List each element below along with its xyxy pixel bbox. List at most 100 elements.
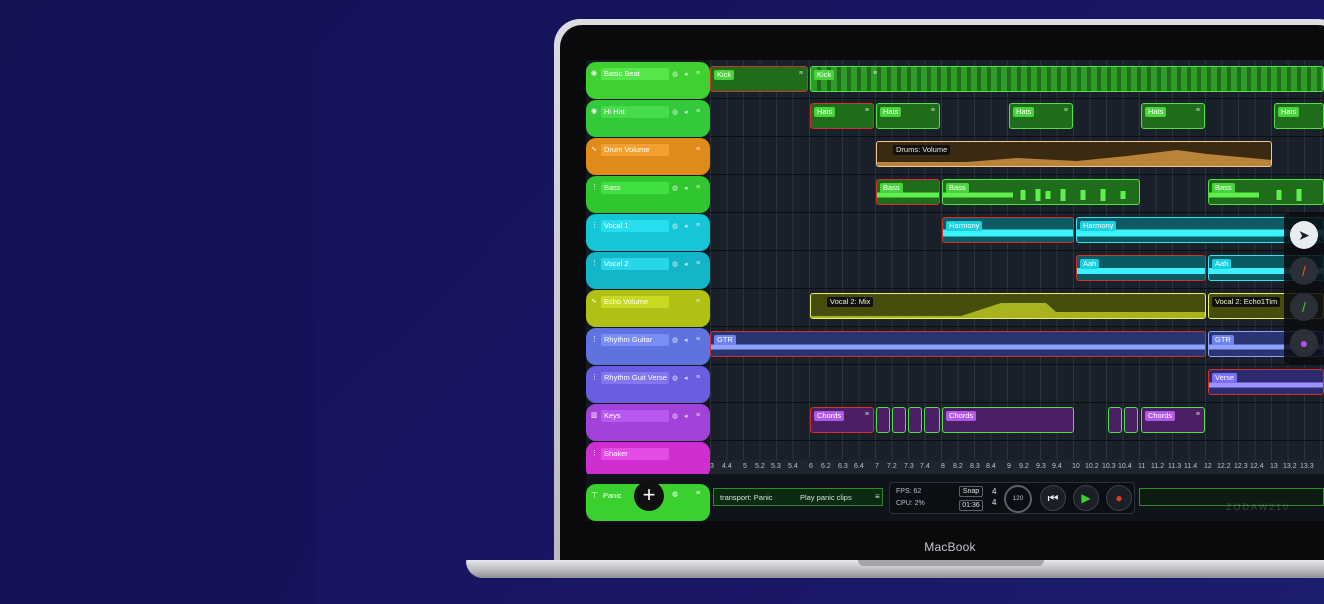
track-name[interactable]: Vocal 1 xyxy=(601,220,669,232)
solo-icon[interactable]: ◂ xyxy=(684,336,688,344)
track-menu-icon[interactable]: ≡ xyxy=(696,260,700,267)
strip-menu-icon[interactable]: ≡ xyxy=(875,492,880,501)
clip-chords-short[interactable] xyxy=(1124,407,1138,433)
solo-icon[interactable]: ◂ xyxy=(684,70,688,78)
clip-gtr[interactable]: GTR xyxy=(710,331,1206,357)
clip-menu-icon[interactable]: ≡ xyxy=(1196,411,1200,418)
track-name[interactable]: Vocal 2 xyxy=(601,258,669,270)
panic-trigger-strip[interactable]: transport: Panic Play panic clips xyxy=(713,488,883,506)
clip-hats[interactable]: Hats ≡ xyxy=(1141,103,1205,129)
track-header-basic-beat[interactable]: ◉ Basic Beat ◍ ◂ ≡ xyxy=(586,62,710,99)
track-header-rhythm-guitar[interactable]: ⋮ Rhythm Guitar ◍ ◂ ≡ xyxy=(586,328,710,365)
clip-vocal2-mix[interactable]: Vocal 2: Mix xyxy=(810,293,1206,319)
solo-icon[interactable]: ◂ xyxy=(684,260,688,268)
mute-icon[interactable]: ◍ xyxy=(672,374,678,382)
clip-chords-short[interactable] xyxy=(1108,407,1122,433)
tempo-knob[interactable]: 120 xyxy=(1004,485,1032,513)
clip-hats[interactable]: Hats xyxy=(1274,103,1324,129)
clip-bass[interactable]: Bass xyxy=(942,179,1140,205)
track-header-bass[interactable]: ⋮ Bass ◍ ◂ ≡ xyxy=(586,176,710,213)
clip-chords-short[interactable] xyxy=(892,407,906,433)
solo-icon[interactable]: ◂ xyxy=(684,108,688,116)
track-name[interactable]: Hi Hat xyxy=(601,106,669,118)
track-header-keys[interactable]: ▥ Keys ◍ ◂ ≡ xyxy=(586,404,710,441)
track-menu-icon[interactable]: ≡ xyxy=(696,298,700,305)
solo-icon[interactable]: ◂ xyxy=(684,222,688,230)
clip-verse[interactable]: Verse xyxy=(1208,369,1324,395)
mute-icon[interactable]: ◍ xyxy=(672,260,678,268)
mute-icon[interactable]: ◍ xyxy=(672,70,678,78)
track-menu-icon[interactable]: ≡ xyxy=(696,490,700,497)
solo-icon[interactable]: ◂ xyxy=(684,374,688,382)
track-header-vocal-1[interactable]: ⋮ Vocal 1 ◍ ◂ ≡ xyxy=(586,214,710,251)
track-menu-icon[interactable]: ≡ xyxy=(696,374,700,381)
track-menu-icon[interactable]: ≡ xyxy=(696,146,700,153)
mute-icon[interactable]: ◍ xyxy=(672,336,678,344)
track-menu-icon[interactable]: ≡ xyxy=(696,184,700,191)
ruler-label: 10 xyxy=(1072,463,1080,470)
track-header-echo-volume[interactable]: ∿ Echo Volume ≡ xyxy=(586,290,710,327)
track-name[interactable]: Rhythm Guit Verse xyxy=(601,372,669,384)
clip-harmony[interactable]: Harmony xyxy=(942,217,1074,243)
rewind-icon[interactable]: ⏮ xyxy=(1040,485,1066,511)
clip-kick[interactable]: Kick ≡ xyxy=(710,66,808,92)
waveform xyxy=(943,189,1126,201)
draw-tool-icon[interactable]: / xyxy=(1290,293,1318,321)
clip-menu-icon[interactable]: ≡ xyxy=(865,411,869,418)
track-name[interactable]: Shaker xyxy=(601,448,669,460)
clip-hats[interactable]: Hats ≡ xyxy=(876,103,940,129)
mute-icon[interactable]: ◍ xyxy=(672,108,678,116)
track-menu-icon[interactable]: ≡ xyxy=(696,336,700,343)
clip-bass[interactable]: Bass xyxy=(1208,179,1324,205)
time-signature-bottom[interactable]: 4 xyxy=(992,498,996,507)
clip-chords[interactable]: Chords ≡ xyxy=(810,407,874,433)
clip-chords-short[interactable] xyxy=(908,407,922,433)
clip-kick[interactable]: Kick ≡ xyxy=(810,66,1324,92)
track-name[interactable]: Panic xyxy=(603,491,622,500)
track-menu-icon[interactable]: ≡ xyxy=(696,412,700,419)
clip-menu-icon[interactable]: ≡ xyxy=(873,70,877,77)
mute-icon[interactable]: ◍ xyxy=(672,184,678,192)
clip-chords-short[interactable] xyxy=(924,407,940,433)
pencil-tool-icon[interactable]: / xyxy=(1290,257,1318,285)
clip-menu-icon[interactable]: ≡ xyxy=(865,107,869,114)
track-header-vocal-2[interactable]: ⋮ Vocal 2 ◍ ◂ ≡ xyxy=(586,252,710,289)
clip-hats[interactable]: Hats ≡ xyxy=(1009,103,1073,129)
track-menu-icon[interactable]: ≡ xyxy=(696,70,700,77)
track-name[interactable]: Bass xyxy=(601,182,669,194)
play-icon[interactable]: ▶ xyxy=(1073,485,1099,511)
track-name[interactable]: Drum Volume xyxy=(601,144,669,156)
clip-menu-icon[interactable]: ≡ xyxy=(931,107,935,114)
clip-chords[interactable]: Chords ≡ xyxy=(1141,407,1205,433)
solo-icon[interactable]: ◂ xyxy=(684,412,688,420)
track-name[interactable]: Echo Volume xyxy=(601,296,669,308)
track-menu-icon[interactable]: ≡ xyxy=(696,108,700,115)
record-icon[interactable]: ● xyxy=(1106,485,1132,511)
clip-aah[interactable]: Aah xyxy=(1076,255,1206,281)
clip-chords-short[interactable] xyxy=(876,407,890,433)
pointer-tool-icon[interactable]: ➤ xyxy=(1290,221,1318,249)
timeline-ruler[interactable]: 3 4.4 5 5.2 5.3 5.4 6 6.2 6.3 6.4 7 7.2 … xyxy=(710,460,1324,474)
track-header-rhythm-guit-verse[interactable]: ⋮ Rhythm Guit Verse ◍ ◂ ≡ xyxy=(586,366,710,403)
track-name[interactable]: Basic Beat xyxy=(601,68,669,80)
time-signature-top[interactable]: 4 xyxy=(992,487,996,496)
clip-bass[interactable]: Bass xyxy=(876,179,940,205)
clip-hats[interactable]: Hats ≡ xyxy=(810,103,874,129)
clip-menu-icon[interactable]: ≡ xyxy=(1064,107,1068,114)
track-header-hi-hat[interactable]: ◉ Hi Hat ◍ ◂ ≡ xyxy=(586,100,710,137)
mute-icon[interactable]: ◍ xyxy=(672,222,678,230)
solo-icon[interactable]: ◂ xyxy=(684,184,688,192)
clip-menu-icon[interactable]: ≡ xyxy=(1196,107,1200,114)
track-name[interactable]: Rhythm Guitar xyxy=(601,334,669,346)
track-name[interactable]: Keys xyxy=(601,410,669,422)
mute-icon[interactable]: ◍ xyxy=(672,412,678,420)
track-header-drum-volume[interactable]: ∿ Drum Volume ≡ xyxy=(586,138,710,175)
track-menu-icon[interactable]: ≡ xyxy=(696,222,700,229)
snap-button[interactable]: Snap xyxy=(959,486,983,497)
mute-icon[interactable]: ◍ xyxy=(672,490,678,498)
clip-menu-icon[interactable]: ≡ xyxy=(799,70,803,77)
add-track-button[interactable]: + xyxy=(634,481,664,511)
clip-chords[interactable]: Chords xyxy=(942,407,1074,433)
clip-drums-volume[interactable]: Drums: Volume xyxy=(876,141,1272,167)
brush-tool-icon[interactable]: ● xyxy=(1290,329,1318,357)
